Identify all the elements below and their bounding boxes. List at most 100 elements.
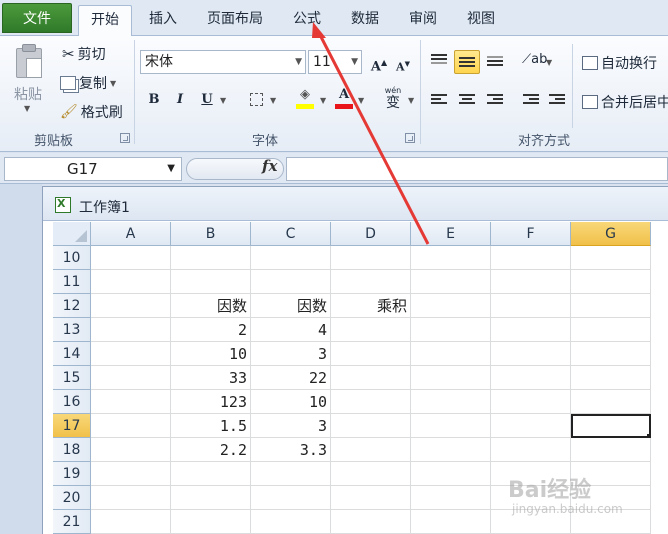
cell[interactable] xyxy=(331,318,411,342)
cell[interactable] xyxy=(411,438,491,462)
chevron-down-icon[interactable]: ▼ xyxy=(546,58,552,67)
chevron-down-icon[interactable]: ▼ xyxy=(110,79,116,88)
paste-icon[interactable] xyxy=(14,44,44,78)
cell[interactable] xyxy=(411,294,491,318)
cell[interactable] xyxy=(491,366,571,390)
tab-view[interactable]: 视图 xyxy=(456,5,506,36)
cell[interactable]: 3.3 xyxy=(251,438,331,462)
cell[interactable] xyxy=(251,246,331,270)
cell[interactable]: 123 xyxy=(171,390,251,414)
cell[interactable] xyxy=(91,486,171,510)
cell[interactable] xyxy=(251,462,331,486)
chevron-down-icon[interactable]: ▼ xyxy=(270,96,276,105)
cell[interactable] xyxy=(411,462,491,486)
formula-input[interactable] xyxy=(286,157,668,181)
border-icon[interactable] xyxy=(245,90,267,110)
cell[interactable] xyxy=(171,510,251,534)
cell[interactable] xyxy=(251,486,331,510)
chevron-down-icon[interactable]: ▼ xyxy=(167,158,175,180)
paste-button[interactable]: 粘贴 xyxy=(14,84,42,104)
cell[interactable] xyxy=(491,438,571,462)
font-launcher-icon[interactable] xyxy=(405,133,415,143)
column-header-f[interactable]: F xyxy=(491,222,571,246)
fill-color-icon[interactable]: ◈ xyxy=(294,86,316,112)
orientation-icon[interactable]: ⟋ab xyxy=(522,50,547,70)
row-header[interactable]: 13 xyxy=(53,318,91,342)
tab-review[interactable]: 审阅 xyxy=(398,5,448,36)
insert-function-icon[interactable]: fx xyxy=(262,157,277,175)
row-header[interactable]: 21 xyxy=(53,510,91,534)
chevron-down-icon[interactable]: ▼ xyxy=(351,51,358,73)
cell[interactable] xyxy=(331,414,411,438)
cell[interactable] xyxy=(491,414,571,438)
cell[interactable]: 乘积 xyxy=(331,294,411,318)
cell[interactable]: 1.5 xyxy=(171,414,251,438)
cell[interactable]: 2.2 xyxy=(171,438,251,462)
cell[interactable] xyxy=(411,390,491,414)
cell[interactable] xyxy=(571,318,651,342)
cell[interactable] xyxy=(491,318,571,342)
cell[interactable] xyxy=(91,270,171,294)
cell[interactable] xyxy=(251,510,331,534)
cell[interactable] xyxy=(171,486,251,510)
tab-page-layout[interactable]: 页面布局 xyxy=(196,5,274,36)
align-bottom-icon[interactable] xyxy=(484,50,506,70)
chevron-down-icon[interactable]: ▼ xyxy=(220,96,226,105)
row-header[interactable]: 17 xyxy=(53,414,91,438)
cell[interactable]: 33 xyxy=(171,366,251,390)
format-painter-button[interactable]: 🖌 格式刷 xyxy=(60,102,123,122)
cell[interactable] xyxy=(571,294,651,318)
row-header[interactable]: 11 xyxy=(53,270,91,294)
cell[interactable] xyxy=(411,510,491,534)
cell[interactable] xyxy=(571,246,651,270)
copy-button[interactable]: 复制 ▼ xyxy=(60,73,116,93)
merge-center-button[interactable]: 合并后居中 xyxy=(582,92,668,112)
cell[interactable]: 22 xyxy=(251,366,331,390)
align-center-icon[interactable] xyxy=(456,90,478,110)
cell[interactable] xyxy=(91,438,171,462)
cell[interactable] xyxy=(91,294,171,318)
cell[interactable] xyxy=(331,486,411,510)
active-cell[interactable] xyxy=(571,414,651,438)
cell[interactable] xyxy=(571,270,651,294)
clipboard-launcher-icon[interactable] xyxy=(120,133,130,143)
cell[interactable] xyxy=(491,246,571,270)
cell[interactable] xyxy=(571,438,651,462)
cell[interactable] xyxy=(91,414,171,438)
column-header-c[interactable]: C xyxy=(251,222,331,246)
cell[interactable]: 4 xyxy=(251,318,331,342)
row-header[interactable]: 18 xyxy=(53,438,91,462)
bold-button[interactable]: B xyxy=(143,90,165,110)
row-header[interactable]: 20 xyxy=(53,486,91,510)
name-box[interactable]: G17 ▼ xyxy=(4,157,182,181)
cell[interactable] xyxy=(91,342,171,366)
cell[interactable] xyxy=(171,246,251,270)
font-color-icon[interactable]: A xyxy=(333,86,355,112)
cell[interactable] xyxy=(91,366,171,390)
column-header-g[interactable]: G xyxy=(571,222,651,246)
cell[interactable]: 3 xyxy=(251,342,331,366)
cell[interactable] xyxy=(91,246,171,270)
cell[interactable] xyxy=(331,462,411,486)
cell[interactable] xyxy=(331,246,411,270)
cell[interactable] xyxy=(91,462,171,486)
cell[interactable] xyxy=(331,390,411,414)
cell[interactable] xyxy=(491,342,571,366)
cell[interactable] xyxy=(91,318,171,342)
underline-button[interactable]: U xyxy=(196,90,218,110)
cell[interactable]: 因数 xyxy=(251,294,331,318)
phonetic-icon[interactable]: wén 变 xyxy=(380,86,406,112)
cell[interactable] xyxy=(491,270,571,294)
cell[interactable]: 10 xyxy=(251,390,331,414)
wrap-text-button[interactable]: 自动换行 xyxy=(582,53,657,73)
font-size-combo[interactable]: 11 ▼ xyxy=(308,50,362,74)
cell[interactable] xyxy=(411,486,491,510)
cell[interactable] xyxy=(331,270,411,294)
select-all-corner[interactable] xyxy=(53,222,91,246)
decrease-indent-icon[interactable] xyxy=(520,90,542,110)
cell[interactable] xyxy=(411,366,491,390)
cell[interactable]: 2 xyxy=(171,318,251,342)
cell[interactable]: 因数 xyxy=(171,294,251,318)
chevron-down-icon[interactable]: ▼ xyxy=(408,96,414,105)
cell[interactable] xyxy=(331,342,411,366)
